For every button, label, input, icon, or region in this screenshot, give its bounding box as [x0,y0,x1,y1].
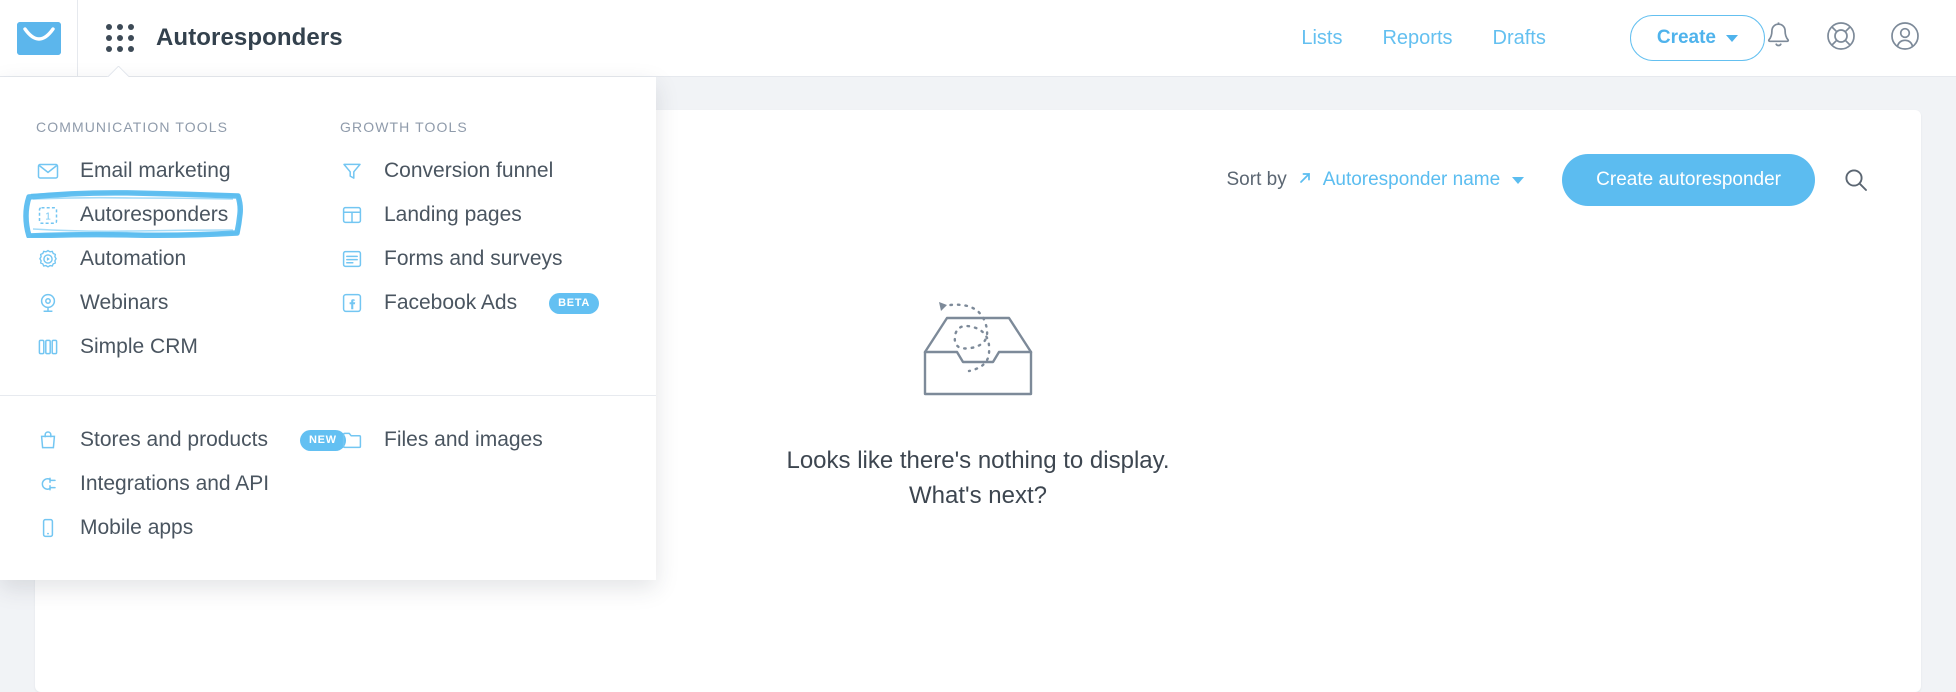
empty-state-line1: Looks like there's nothing to display. [786,447,1170,474]
nav-drafts[interactable]: Drafts [1493,27,1546,50]
user-account-icon[interactable] [1890,21,1920,56]
sort-value[interactable]: Autoresponder name [1323,169,1500,191]
brand-logo[interactable] [0,0,77,77]
menu-item-files-and-images[interactable]: Files and images [340,418,656,462]
menu-item-label: Facebook Ads [384,291,518,314]
menu-item-stores-and-products[interactable]: Stores and products NEW [36,418,346,462]
header-icon-group [1765,21,1956,56]
grid-dots-icon [106,24,134,52]
menu-heading-communication: COMMUNICATION TOOLS [36,119,229,135]
empty-state-line2: What's next? [909,481,1047,509]
menu-item-automation[interactable]: Automation [36,237,328,281]
search-icon[interactable] [1843,167,1869,193]
menu-pointer-triangle [107,66,129,77]
menu-item-forms-and-surveys[interactable]: Forms and surveys [340,237,656,281]
menu-item-autoresponders[interactable]: 1 Autoresponders [23,190,328,239]
menu-item-email-marketing[interactable]: Email marketing [36,149,328,193]
menu-column-bottom-left: Stores and products NEW Integrations and… [0,418,346,550]
menu-item-label: Email marketing [80,159,231,182]
app-switcher-menu: COMMUNICATION TOOLS Email marketing 1 Au… [0,77,656,580]
lifebuoy-icon[interactable] [1826,21,1856,56]
svg-text:1: 1 [45,211,51,222]
menu-item-label: Webinars [80,291,169,314]
top-header-bar: Autoresponders Lists Reports Drafts Crea… [0,0,1956,77]
menu-item-label: Autoresponders [80,203,229,226]
menu-item-label: Integrations and API [80,472,270,495]
form-icon [340,247,364,271]
arrow-up-right-icon [1297,170,1313,191]
menu-item-label: Forms and surveys [384,247,563,270]
webcam-icon [36,291,60,315]
menu-item-landing-pages[interactable]: Landing pages [340,193,656,237]
empty-tray-icon [903,290,1053,410]
menu-column-bottom-right: Files and images [328,418,656,550]
create-autoresponder-button[interactable]: Create autoresponder [1562,154,1815,206]
nav-reports[interactable]: Reports [1382,27,1452,50]
menu-item-label: Conversion funnel [384,159,554,182]
menu-item-label: Automation [80,247,187,270]
page-title: Autoresponders [156,24,343,51]
gear-play-icon [36,247,60,271]
status-badge: NEW [299,429,346,451]
folder-icon [340,428,364,452]
menu-item-integrations-and-api[interactable]: Integrations and API [36,462,328,506]
facebook-icon [340,291,364,315]
primary-navigation: Lists Reports Drafts Create [1301,15,1765,61]
layout-icon [340,203,364,227]
envelope-logo-icon [16,21,61,55]
menu-item-facebook-ads[interactable]: Facebook Ads BETA [340,281,656,325]
menu-item-webinars[interactable]: Webinars [36,281,328,325]
funnel-icon [340,159,364,183]
plug-icon [36,472,60,496]
sort-control[interactable]: Sort by Autoresponder name [1227,169,1525,191]
create-button-label: Create [1656,27,1716,48]
envelope-icon [36,159,60,183]
chevron-down-icon [1726,34,1738,42]
menu-item-mobile-apps[interactable]: Mobile apps [36,506,328,550]
create-button[interactable]: Create [1629,15,1765,61]
empty-state-text: Looks like there's nothing to display. W… [786,444,1169,514]
bell-icon[interactable] [1765,21,1792,55]
menu-item-label: Files and images [384,428,543,451]
card-toolbar: Sort by Autoresponder name Create autore… [1021,110,1921,250]
menu-column-communication: COMMUNICATION TOOLS Email marketing 1 Au… [0,101,328,369]
mobile-phone-icon [36,516,60,540]
shopping-bag-icon [36,428,60,452]
menu-item-conversion-funnel[interactable]: Conversion funnel [340,149,656,193]
menu-item-label: Mobile apps [80,516,194,539]
menu-item-simple-crm[interactable]: Simple CRM [36,325,328,369]
sort-by-label: Sort by [1226,169,1287,190]
nav-lists[interactable]: Lists [1301,27,1342,50]
menu-item-label: Landing pages [384,203,522,226]
menu-item-label: Stores and products [80,428,268,451]
menu-item-label: Simple CRM [80,335,198,358]
status-badge: BETA [549,292,600,314]
calendar-one-icon: 1 [36,203,60,227]
chevron-down-icon [1512,176,1525,184]
menu-bottom-section: Stores and products NEW Integrations and… [0,396,656,580]
columns-icon [36,335,60,359]
menu-column-growth: GROWTH TOOLS Conversion funnel Landing p… [328,101,656,369]
menu-top-section: COMMUNICATION TOOLS Email marketing 1 Au… [0,77,656,395]
menu-heading-growth: GROWTH TOOLS [340,119,468,135]
